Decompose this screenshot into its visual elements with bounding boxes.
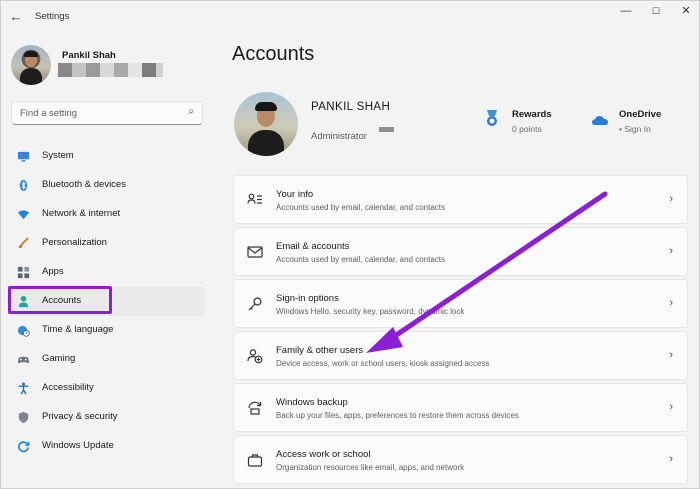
sidebar-item-bluetooth[interactable]: Bluetooth & devices (9, 171, 205, 200)
card-email-accounts[interactable]: Email & accounts Accounts used by email,… (233, 227, 688, 276)
card-your-info[interactable]: Your info Accounts used by email, calend… (233, 175, 688, 224)
sidebar-item-network[interactable]: Network & internet (9, 200, 205, 229)
apps-icon (17, 266, 30, 279)
page-title: Accounts (232, 43, 315, 65)
accounts-highlight-box (8, 286, 112, 314)
key-icon (248, 297, 262, 311)
settings-window: ← Settings — ☐ ✕ Pankil Shah Find a sett… (0, 0, 700, 489)
chevron-right-icon: › (669, 453, 673, 465)
chevron-right-icon: › (669, 297, 673, 309)
card-title: Windows backup (276, 397, 348, 408)
card-windows-backup[interactable]: Windows backup Back up your files, apps,… (233, 383, 688, 432)
controller-icon (17, 356, 30, 364)
cloud-icon (592, 116, 608, 125)
maximize-button[interactable]: ☐ (645, 4, 667, 18)
monitor-icon (17, 151, 30, 162)
sidebar-item-label: Apps (42, 266, 64, 277)
sidebar-item-label: Privacy & security (42, 411, 118, 422)
card-title: Family & other users (276, 345, 364, 356)
sidebar-item-label: System (42, 150, 74, 161)
user-avatar (234, 92, 298, 156)
backup-icon (248, 401, 262, 415)
sidebar-item-label: Time & language (42, 324, 114, 335)
card-description: Organization resources like email, apps,… (276, 463, 465, 472)
profile-name: Pankil Shah (62, 50, 116, 61)
add-people-icon (247, 349, 263, 364)
redacted-text (379, 127, 394, 132)
close-button[interactable]: ✕ (675, 4, 697, 18)
sidebar-item-label: Network & internet (42, 208, 121, 219)
card-description: Windows Hello, security key, password, d… (276, 307, 465, 316)
user-name: PANKIL SHAH (311, 101, 391, 113)
sidebar-item-label: Personalization (42, 237, 107, 248)
accounts-settings-list: Your info Accounts used by email, calend… (233, 175, 688, 487)
search-input[interactable]: Find a setting (20, 108, 77, 119)
close-icon: ✕ (681, 5, 691, 17)
search-box[interactable]: Find a setting ⌕ (11, 101, 203, 125)
brush-icon (18, 237, 29, 249)
person-list-icon (247, 193, 262, 204)
minimize-icon: — (620, 5, 632, 17)
globe-clock-icon (17, 325, 30, 337)
redacted-email (58, 63, 163, 77)
sidebar-item-apps[interactable]: Apps (9, 258, 205, 287)
card-title: Sign-in options (276, 293, 339, 304)
search-icon: ⌕ (188, 106, 194, 117)
onedrive-title[interactable]: OneDrive (619, 109, 661, 120)
card-title: Your info (276, 189, 314, 200)
card-description: Accounts used by email, calendar, and co… (276, 255, 445, 264)
sidebar-item-label: Accessibility (42, 382, 94, 393)
user-role: Administrator (311, 131, 367, 142)
sidebar-item-windows-update[interactable]: Windows Update (9, 432, 205, 461)
wifi-icon (17, 210, 30, 220)
sidebar-item-time-language[interactable]: Time & language (9, 316, 205, 345)
card-description: Accounts used by email, calendar, and co… (276, 203, 445, 212)
accessibility-icon (18, 382, 29, 395)
onedrive-sign-in[interactable]: • Sign In (619, 124, 651, 134)
shield-icon (18, 411, 29, 424)
sidebar-item-label: Windows Update (42, 440, 114, 451)
card-family-other-users[interactable]: Family & other users Device access, work… (233, 331, 688, 380)
sidebar-item-gaming[interactable]: Gaming (9, 345, 205, 374)
chevron-right-icon: › (669, 349, 673, 361)
bluetooth-icon (19, 179, 28, 192)
app-title: Settings (35, 11, 70, 22)
card-description: Back up your files, apps, preferences to… (276, 411, 519, 420)
update-icon (18, 441, 30, 453)
rewards-title[interactable]: Rewards (512, 109, 552, 120)
back-button[interactable]: ← (7, 8, 25, 26)
card-title: Access work or school (276, 449, 371, 460)
chevron-right-icon: › (669, 193, 673, 205)
avatar (11, 45, 51, 85)
sidebar-item-privacy-security[interactable]: Privacy & security (9, 403, 205, 432)
sidebar-item-system[interactable]: System (9, 142, 205, 171)
card-access-work-school[interactable]: Access work or school Organization resou… (233, 435, 688, 484)
title-bar: ← Settings — ☐ ✕ (1, 1, 699, 33)
back-arrow-icon: ← (9, 9, 23, 24)
sidebar-item-accessibility[interactable]: Accessibility (9, 374, 205, 403)
sidebar-item-label: Bluetooth & devices (42, 179, 126, 190)
chevron-right-icon: › (669, 401, 673, 413)
rewards-points: 0 points (512, 124, 542, 134)
sidebar-item-label: Gaming (42, 353, 76, 364)
rewards-icon (487, 110, 497, 126)
sidebar-item-personalization[interactable]: Personalization (9, 229, 205, 258)
minimize-button[interactable]: — (615, 4, 637, 18)
briefcase-icon (247, 454, 263, 467)
card-title: Email & accounts (276, 241, 350, 252)
chevron-right-icon: › (669, 245, 673, 257)
maximize-icon: ☐ (651, 6, 661, 16)
card-sign-in-options[interactable]: Sign-in options Windows Hello, security … (233, 279, 688, 328)
mail-icon (247, 246, 263, 258)
card-description: Device access, work or school users, kio… (276, 359, 490, 368)
